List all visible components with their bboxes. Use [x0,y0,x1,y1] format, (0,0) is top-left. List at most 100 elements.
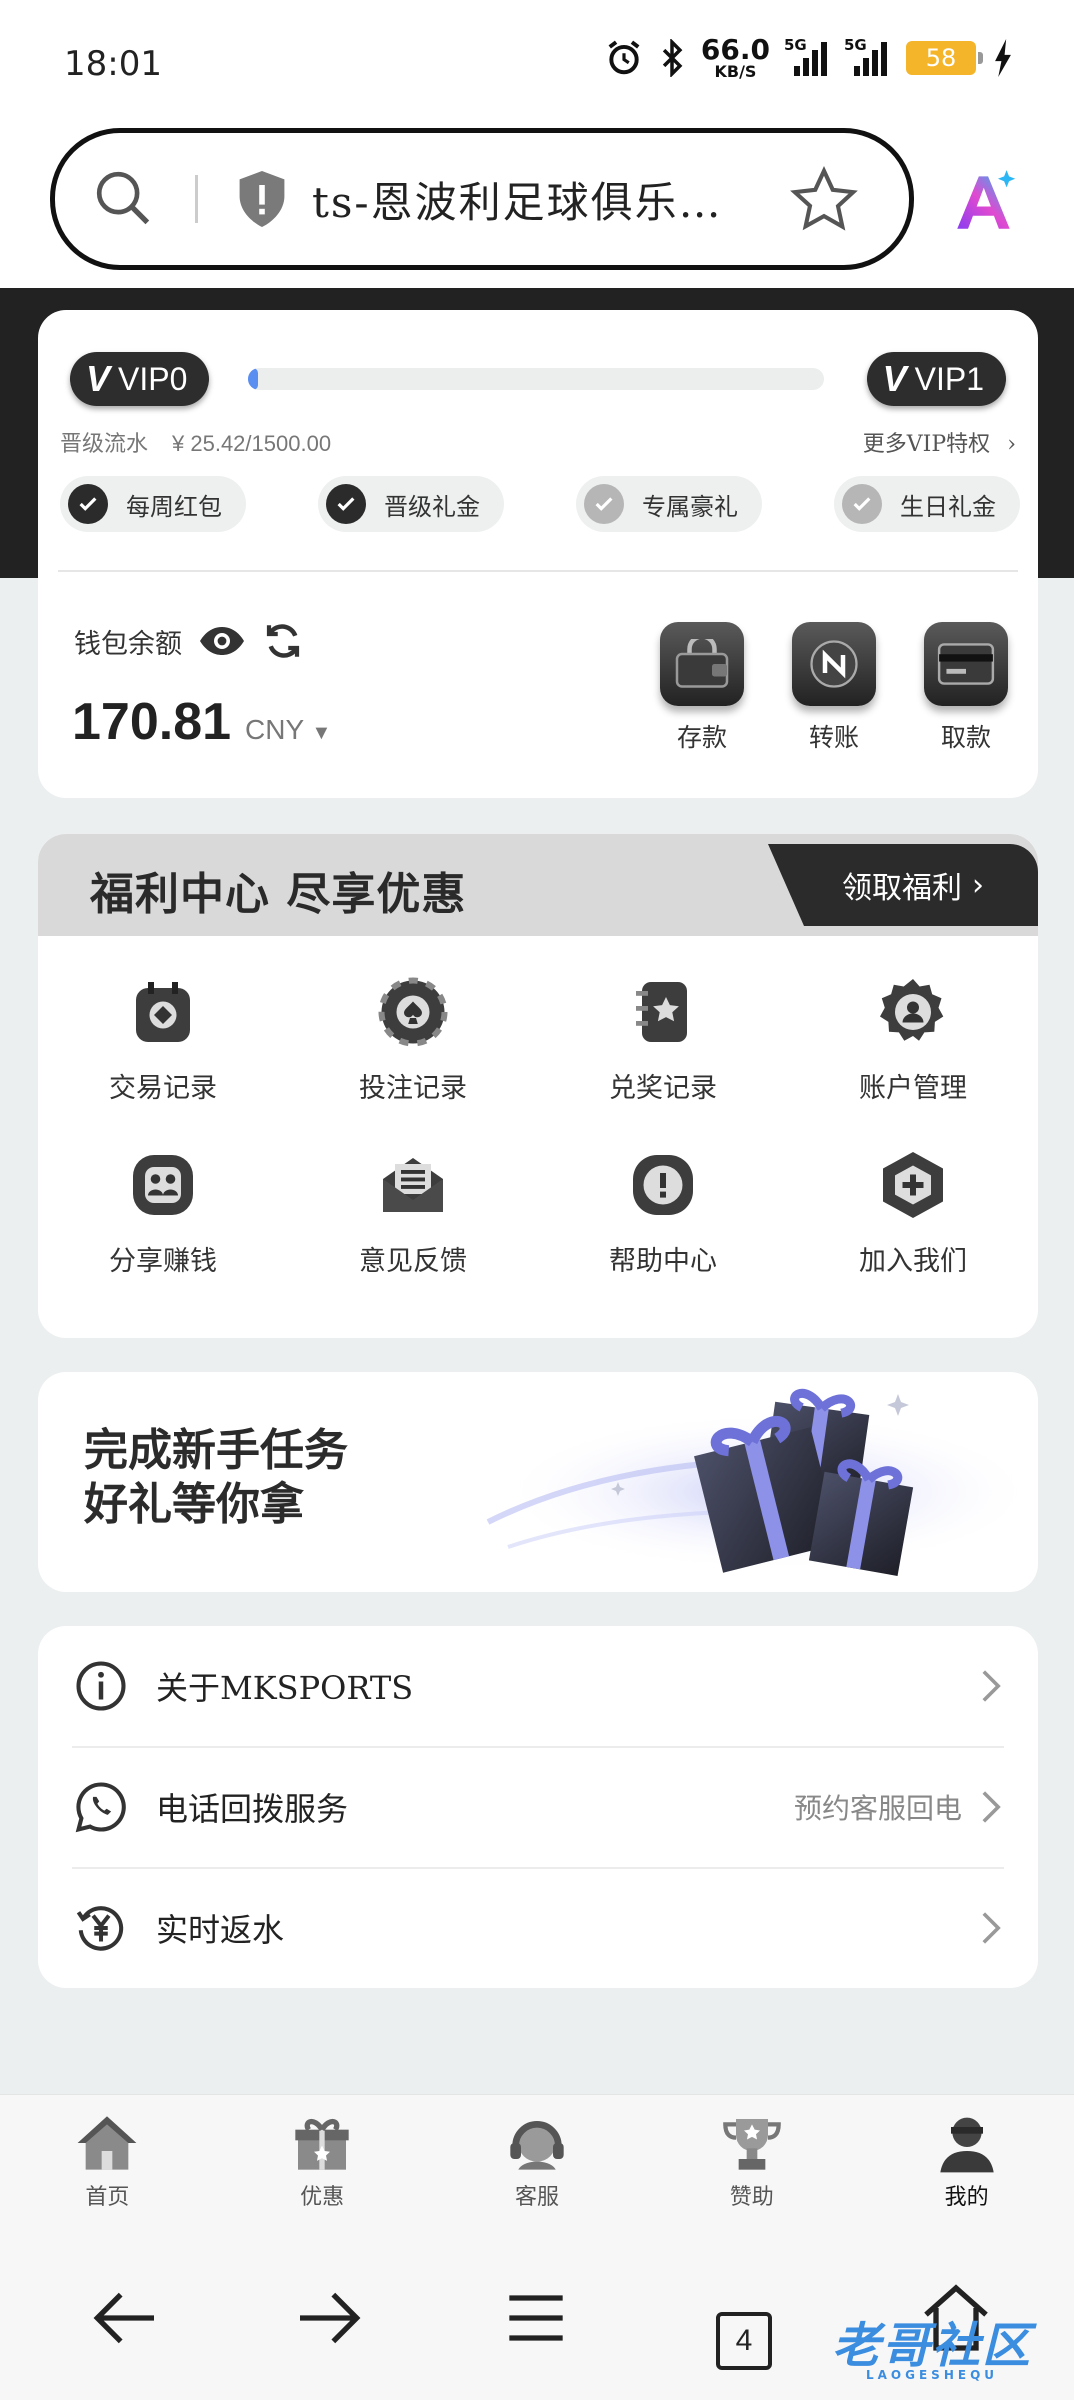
tab-home[interactable]: 首页 [37,2113,177,2211]
callback-service-row[interactable]: 电话回拨服务 预约客服回电 [38,1747,1038,1867]
bluetooth-icon [662,39,683,77]
tab-label: 赞助 [729,2184,774,2210]
withdraw-button[interactable]: 取款 [924,622,1008,754]
vip-wallet-card: V VIP0 V VIP1 晋级流水 ¥ 25.42/1500.00 更多VIP特权 … [38,310,1038,798]
browser-toolbar: ts-恩波利足球俱乐… [0,120,1074,288]
currency-selector[interactable]: CNY ▼ [245,714,331,746]
hexagon-plus-icon [883,1152,943,1218]
chevron-right-icon: › [972,867,984,903]
gift-boxes-illustration [486,1388,1018,1576]
notebook-icon [636,982,687,1042]
user-icon [939,2117,994,2172]
tab-label: 优惠 [300,2184,345,2210]
tab-sponsorship[interactable]: 赞助 [682,2113,822,2211]
grid-item-label: 意见反馈 [359,1246,467,1277]
share-earn-item[interactable]: 分享赚钱 [38,1149,288,1278]
join-us-item[interactable]: 加入我们 [788,1149,1038,1278]
address-bar[interactable]: ts-恩波利足球俱乐… [50,128,914,270]
feedback-item[interactable]: 意见反馈 [288,1149,538,1278]
tabs-count-button[interactable]: 4 [716,2312,772,2370]
forward-arrow-icon[interactable] [290,2278,370,2358]
check-icon [326,484,366,524]
next-vip-badge: V VIP1 [866,352,1006,406]
url-text[interactable]: ts-恩波利足球俱乐… [312,169,772,230]
perk-weekly-red-envelope[interactable]: 每周红包 [60,476,246,532]
net-speed: 66.0 KB/S [701,36,770,80]
withdraw-label: 取款 [940,723,991,752]
grid-item-label: 交易记录 [109,1073,217,1104]
more-vip-privileges-link[interactable]: 更多VIP特权 › [863,426,1016,458]
grid-item-label: 兑奖记录 [609,1073,717,1104]
yen-cycle-icon [76,1906,124,1951]
vip-perks: 每周红包 晋级礼金 专属豪礼 生日礼金 [60,476,1020,532]
transaction-records-item[interactable]: 交易记录 [38,976,288,1105]
alert-icon [633,1155,693,1215]
bet-records-item[interactable]: 投注记录 [288,976,538,1105]
bookmark-star-icon[interactable] [789,165,859,235]
caret-down-icon: ▼ [311,722,332,744]
tabs-count: 4 [735,2324,753,2357]
refresh-icon[interactable] [262,620,304,662]
chevron-right-icon [982,1912,1001,1944]
banner-text: 完成新手任务 好礼等你拿 [84,1424,348,1532]
transfer-label: 转账 [808,723,859,752]
charging-icon [995,39,1011,77]
address-separator [195,175,198,223]
gear-user-icon [880,979,944,1041]
newbie-task-banner[interactable]: 完成新手任务 好礼等你拿 [38,1372,1038,1592]
welfare-title: 福利中心 尽享优惠 [90,869,467,920]
account-management-item[interactable]: 账户管理 [788,976,1038,1105]
back-arrow-icon[interactable] [84,2278,164,2358]
claim-welfare-button[interactable]: 领取福利 › [768,844,1038,926]
home-icon [78,2115,137,2170]
search-icon[interactable] [89,164,159,234]
net-speed-value: 66.0 [700,33,770,66]
transfer-button[interactable]: 转账 [792,622,876,754]
info-icon [76,1661,126,1711]
callback-service-hint: 预约客服回电 [793,1792,962,1825]
grid-item-label: 分享赚钱 [109,1246,217,1277]
chevron-right-icon [982,1791,1001,1823]
check-icon [842,484,882,524]
grid-item-label: 投注记录 [359,1073,467,1104]
tab-profile[interactable]: 我的 [897,2113,1037,2211]
welfare-grid: 交易记录 投注记录 兑奖记录 账户管理 分享赚钱 意见反馈 帮助中心 加入我们 [38,976,1038,1278]
chevron-right-icon [982,1670,1001,1702]
vip-flow: 晋级流水 ¥ 25.42/1500.00 [60,426,331,458]
share-people-icon [133,1155,193,1215]
perk-birthday-bonus[interactable]: 生日礼金 [834,476,1020,532]
signal-icon-1: 5G [784,36,830,76]
about-row[interactable]: 关于MKSPORTS [38,1626,1038,1746]
card-icon [924,622,1008,706]
banner-line-2: 好礼等你拿 [84,1479,304,1530]
card-divider [58,570,1018,572]
callback-service-label: 电话回拨服务 [156,1790,349,1828]
phone-icon [75,1782,126,1833]
gift-icon [295,2118,349,2170]
current-vip-label: VIP0 [118,360,188,397]
wallet-icon [660,622,744,706]
tab-promotions[interactable]: 优惠 [252,2113,392,2211]
help-center-item[interactable]: 帮助中心 [538,1149,788,1278]
eye-icon[interactable] [198,624,246,658]
vip-progress-fill [248,368,258,390]
signal-label-2: 5G [844,36,867,54]
ai-assistant-icon[interactable] [948,164,1022,238]
realtime-rebate-row[interactable]: 实时返水 [38,1868,1038,1988]
wallet-label-row: 钱包余额 [74,620,304,662]
wallet-amount: 170.81 [72,693,232,751]
clock: 18:01 [64,44,162,84]
prize-records-item[interactable]: 兑奖记录 [538,976,788,1105]
shield-icon[interactable] [234,168,290,230]
vip-logo-icon: V [86,358,111,399]
perk-exclusive-gift[interactable]: 专属豪礼 [576,476,762,532]
next-vip-label: VIP1 [914,360,984,397]
menu-icon[interactable] [496,2278,576,2358]
grid-item-label: 帮助中心 [609,1246,717,1277]
perk-promotion-bonus[interactable]: 晋级礼金 [318,476,504,532]
deposit-button[interactable]: 存款 [660,622,744,754]
calendar-icon [136,982,190,1042]
tab-customer-service[interactable]: 客服 [467,2113,607,2211]
envelope-icon [383,1158,443,1212]
grid-item-label: 账户管理 [859,1073,967,1104]
